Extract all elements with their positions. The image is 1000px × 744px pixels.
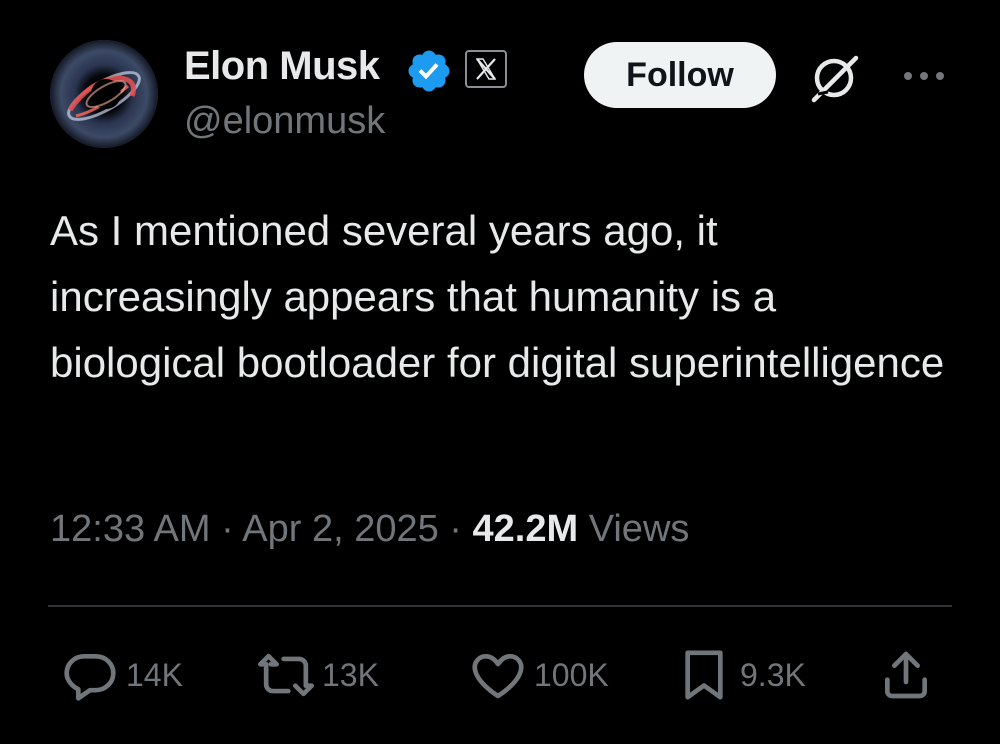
like-count: 100K xyxy=(534,656,609,693)
repost-button[interactable]: 13K xyxy=(258,645,379,705)
meta-separator: · xyxy=(449,508,462,550)
views-count[interactable]: 42.2M xyxy=(473,508,579,550)
reply-button[interactable]: 14K xyxy=(62,645,183,705)
verified-badge-icon[interactable] xyxy=(405,47,453,95)
tweet-meta: 12:33 AM · Apr 2, 2025 · 42.2M Views xyxy=(50,508,689,551)
tweet-date[interactable]: Apr 2, 2025 xyxy=(242,508,438,550)
share-button[interactable] xyxy=(878,645,934,705)
like-button[interactable]: 100K xyxy=(470,645,609,705)
author-name[interactable]: Elon Musk xyxy=(184,44,380,89)
grok-icon[interactable] xyxy=(806,50,862,106)
reply-count: 14K xyxy=(126,656,183,693)
tweet-text: As I mentioned several years ago, it inc… xyxy=(50,207,945,386)
follow-button[interactable]: Follow xyxy=(584,42,776,108)
avatar[interactable] xyxy=(50,40,158,148)
share-icon xyxy=(885,651,927,699)
divider xyxy=(48,605,952,607)
bookmark-button[interactable]: 9.3K xyxy=(676,645,806,705)
repost-icon xyxy=(258,653,314,697)
like-icon xyxy=(472,654,524,699)
tweet-time[interactable]: 12:33 AM xyxy=(50,508,211,550)
author-handle[interactable]: @elonmusk xyxy=(184,100,385,143)
meta-separator: · xyxy=(221,508,234,550)
x-affiliation-icon[interactable] xyxy=(465,50,507,88)
bookmark-icon xyxy=(685,650,723,700)
more-icon[interactable] xyxy=(900,66,948,86)
views-label: Views xyxy=(588,508,690,550)
reply-icon xyxy=(64,654,116,701)
bookmark-count: 9.3K xyxy=(740,656,806,693)
repost-count: 13K xyxy=(322,656,379,693)
